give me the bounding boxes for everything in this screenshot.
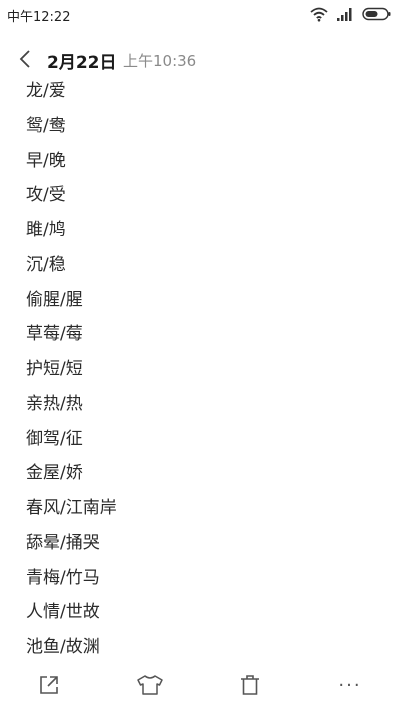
bottom-toolbar: ···: [0, 659, 400, 711]
theme-button[interactable]: [136, 671, 164, 699]
note-line: 青梅/竹马: [26, 567, 100, 588]
signal-icon: [336, 6, 354, 22]
note-time: 上午10:36: [123, 52, 197, 70]
note-line: 鸳/鸯: [26, 115, 66, 136]
note-line: 沉/稳: [26, 254, 66, 275]
note-line: 雎/鸠: [26, 220, 66, 240]
status-time: 中午12:22: [7, 10, 71, 25]
status-bar: 中午12:22: [0, 0, 400, 28]
chevron-left-icon: [19, 50, 30, 68]
wifi-icon: [310, 6, 328, 22]
note-line: 人情/世故: [26, 602, 100, 623]
note-line: 春风/江南岸: [26, 498, 117, 518]
note-line: 金屋/娇: [26, 463, 83, 484]
delete-icon: [241, 675, 259, 695]
note-body[interactable]: 龙/爱 鸳/鸯 早/晚 攻/受 雎/鸠 沉/稳 偷腥/腥 草莓/莓 护短/短 亲…: [0, 78, 400, 659]
note-line: 舔晕/捅哭: [26, 532, 100, 553]
delete-button[interactable]: [236, 671, 264, 699]
theme-icon: [137, 675, 163, 695]
note-line: 御驾/征: [26, 428, 83, 449]
share-button[interactable]: [35, 671, 63, 699]
note-date: 2月22日: [47, 53, 117, 73]
notes-screen: 中午12:22 2月22日 上午10:36 龙/爱 鸳/鸯 早/晚 攻/受 雎/…: [0, 0, 400, 711]
note-header: 2月22日 上午10:36: [0, 40, 400, 78]
status-icons: [302, 5, 392, 23]
note-line: 龙/爱: [26, 81, 66, 101]
note-line: 攻/受: [26, 185, 66, 206]
battery-icon: [362, 6, 392, 22]
note-line: 护短/短: [26, 359, 83, 379]
more-icon: ···: [338, 674, 362, 696]
note-line: 亲热/热: [26, 393, 83, 414]
note-line: 偷腥/腥: [26, 289, 83, 310]
note-line: 早/晚: [26, 150, 66, 171]
note-lines: 龙/爱 鸳/鸯 早/晚 攻/受 雎/鸠 沉/稳 偷腥/腥 草莓/莓 护短/短 亲…: [26, 78, 380, 659]
note-line: 草莓/莓: [26, 324, 83, 345]
more-button[interactable]: ···: [336, 671, 364, 699]
note-line: 池鱼/故渊: [26, 637, 100, 657]
back-button[interactable]: [10, 44, 40, 74]
share-icon: [40, 676, 58, 694]
